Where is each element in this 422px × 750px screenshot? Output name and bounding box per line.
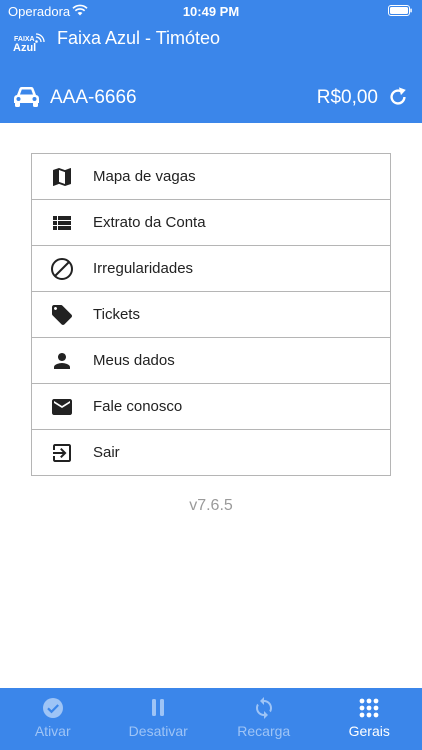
pause-icon — [152, 699, 165, 716]
vehicle-plate[interactable]: AAA-6666 — [50, 87, 137, 109]
map-icon — [53, 168, 71, 186]
tab-bar: Ativar Desativar Recarga Gerais — [0, 688, 422, 750]
person-icon — [54, 353, 70, 369]
main-menu: Mapa de vagas Extrato da Conta Irregular… — [31, 153, 391, 476]
menu-item-sair[interactable]: Sair — [32, 430, 390, 476]
menu-item-tickets[interactable]: Tickets — [32, 292, 390, 338]
tab-recarga[interactable]: Recarga — [211, 688, 317, 750]
menu-item-label: Extrato da Conta — [93, 214, 206, 231]
app-title: Faixa Azul - Timóteo — [57, 28, 221, 48]
tab-label: Ativar — [34, 723, 71, 739]
menu-item-label: Irregularidades — [93, 260, 194, 277]
menu-item-label: Fale conosco — [93, 398, 183, 415]
exit-icon — [53, 444, 71, 462]
menu-item-irregularidades[interactable]: Irregularidades — [32, 246, 390, 292]
menu-item-label: Mapa de vagas — [93, 168, 196, 185]
menu-item-mapa-de-vagas[interactable]: Mapa de vagas — [32, 154, 390, 200]
account-balance: R$0,00 — [316, 87, 378, 108]
menu-item-meus-dados[interactable]: Meus dados — [32, 338, 390, 384]
grid-icon — [359, 698, 379, 718]
status-bar: Operadora 10:49 PM — [0, 0, 422, 22]
block-icon — [51, 258, 73, 280]
tab-label: Gerais — [348, 723, 390, 739]
menu-item-fale-conosco[interactable]: Fale conosco — [32, 384, 390, 430]
battery-icon — [388, 5, 412, 16]
tab-label: Desativar — [128, 723, 188, 739]
menu-item-extrato-da-conta[interactable]: Extrato da Conta — [32, 200, 390, 246]
app-header: Operadora 10:49 PM FAIXA Azul Faixa Azul… — [0, 0, 422, 123]
tag-icon — [52, 305, 72, 325]
sync-icon — [255, 697, 272, 719]
refresh-icon[interactable] — [387, 86, 409, 108]
tab-desativar[interactable]: Desativar — [106, 688, 212, 750]
mail-icon — [52, 399, 72, 415]
check-circle-icon — [42, 698, 63, 718]
status-time: 10:49 PM — [182, 4, 240, 19]
tab-ativar[interactable]: Ativar — [0, 688, 106, 750]
app-version: v7.6.5 — [189, 497, 233, 514]
menu-item-label: Meus dados — [93, 352, 175, 369]
list-icon — [53, 216, 71, 230]
tab-gerais[interactable]: Gerais — [317, 688, 422, 750]
faixa-azul-logo: FAIXA Azul — [13, 33, 45, 53]
car-icon — [14, 87, 39, 107]
menu-item-label: Sair — [93, 444, 120, 461]
svg-text:Azul: Azul — [13, 42, 36, 53]
menu-item-label: Tickets — [93, 306, 140, 323]
tab-label: Recarga — [237, 723, 291, 739]
